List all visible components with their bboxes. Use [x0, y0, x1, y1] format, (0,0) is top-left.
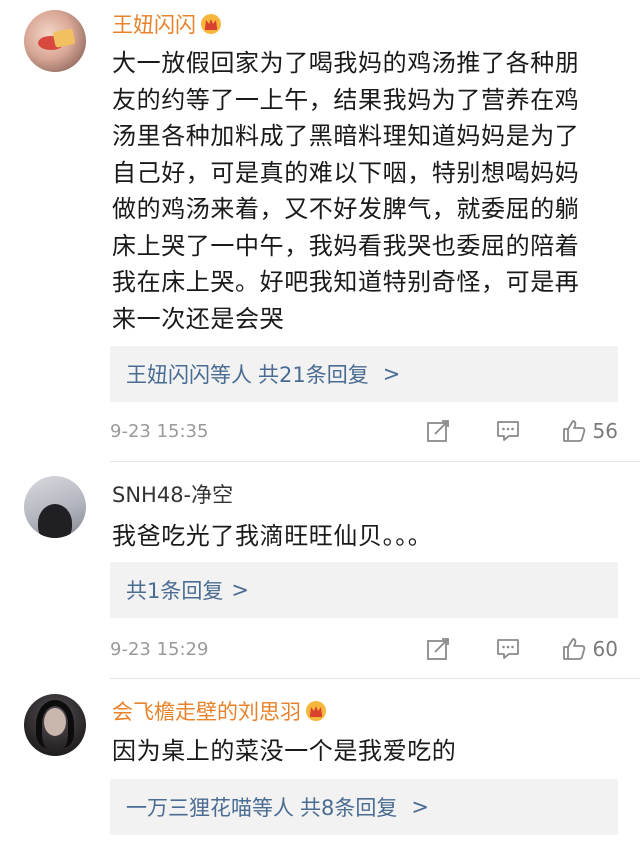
reply-summary[interactable]: 共1条回复 >: [110, 562, 618, 618]
chevron-right-icon: >: [231, 578, 249, 602]
avatar[interactable]: [24, 476, 86, 538]
comment-meta: 9-23 15:35 56: [110, 416, 618, 446]
username-row: 王妞闪闪: [112, 10, 222, 38]
comment-line: 自己好，可是真的难以下咽，特别想喝妈妈: [112, 158, 580, 187]
avatar[interactable]: [24, 694, 86, 756]
username-row: 会飞檐走壁的刘思羽: [112, 697, 327, 725]
username[interactable]: 会飞檐走壁的刘思羽: [112, 696, 301, 726]
reply-count: 共21条回复: [258, 363, 369, 387]
comment-feed: 王妞闪闪 大一放假回家为了喝我妈的鸡汤推了各种朋 友的约等了一上午，结果我妈为了…: [0, 0, 640, 845]
comment-actions: 60: [425, 634, 618, 664]
thumbs-up-icon[interactable]: [561, 418, 587, 444]
avatar-detail: [38, 504, 72, 538]
comment-actions: 56: [425, 416, 618, 446]
comment-line: 做的鸡汤来着，又不好发脾气，就委屈的躺: [112, 195, 580, 223]
divider: [110, 461, 640, 462]
timestamp: 9-23 15:35: [110, 420, 209, 442]
comment-text: 因为桌上的菜没一个是我爱吃的: [112, 733, 620, 770]
username-row: SNH48-净空: [112, 480, 233, 508]
crown-badge-icon: [200, 13, 222, 35]
reply-users: 一万三狸花喵等人: [126, 796, 294, 820]
share-edit-icon[interactable]: [425, 636, 451, 662]
comment-line: 我在床上哭。好吧我知道特别奇怪，可是再: [112, 268, 580, 296]
reply-users: 王妞闪闪等人: [126, 363, 252, 387]
reply-summary[interactable]: 王妞闪闪等人 共21条回复 >: [110, 346, 618, 402]
comment-text: 我爸吃光了我滴旺旺仙贝。。。: [112, 518, 620, 555]
comment-text: 大一放假回家为了喝我妈的鸡汤推了各种朋 友的约等了一上午，结果我妈为了营养在鸡 …: [112, 45, 620, 337]
comment-line: 友的约等了一上午，结果我妈为了营养在鸡: [112, 85, 580, 114]
comment-bubble-icon[interactable]: [495, 636, 521, 662]
like-count: 60: [592, 637, 618, 661]
reply-count: 共8条回复: [300, 796, 398, 820]
share-edit-icon[interactable]: [425, 418, 451, 444]
timestamp: 9-23 15:29: [110, 638, 209, 660]
reply-summary[interactable]: 一万三狸花喵等人 共8条回复 >: [110, 779, 618, 835]
comment-line: 因为桌上的菜没一个是我爱吃的: [112, 737, 457, 765]
chevron-right-icon: >: [411, 795, 429, 819]
crown-badge-icon: [305, 700, 327, 722]
comment-meta: 9-23 15:29 60: [110, 634, 618, 664]
chevron-right-icon: >: [382, 362, 401, 386]
comment-line: 来一次还是会哭: [112, 304, 285, 333]
divider: [110, 678, 640, 679]
avatar-detail: [52, 28, 76, 48]
avatar[interactable]: [24, 10, 86, 72]
username[interactable]: 王妞闪闪: [112, 9, 196, 39]
comment-bubble-icon[interactable]: [495, 418, 521, 444]
thumbs-up-icon[interactable]: [561, 636, 587, 662]
reply-count: 共1条回复: [126, 579, 224, 603]
avatar-detail: [44, 708, 66, 736]
comment-line: 大一放假回家为了喝我妈的鸡汤推了各种朋: [112, 49, 580, 77]
comment-line: 我爸吃光了我滴旺旺仙贝。。。: [112, 522, 433, 550]
comment-line: 床上哭了一中午，我妈看我哭也委屈的陪着: [112, 231, 580, 260]
like-count: 56: [592, 419, 618, 443]
comment-line: 汤里各种加料成了黑暗料理知道妈妈是为了: [112, 122, 580, 150]
username[interactable]: SNH48-净空: [112, 479, 233, 509]
